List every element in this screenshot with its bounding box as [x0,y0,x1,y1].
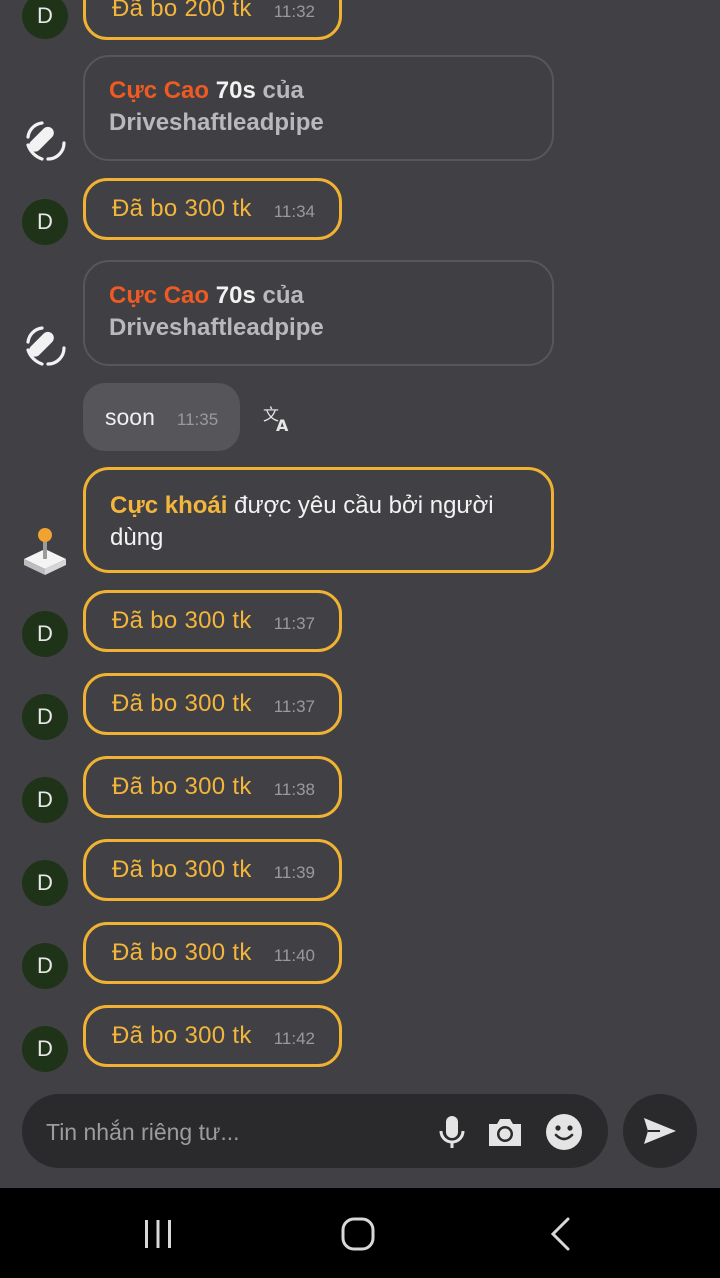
vibe-duration: 70s [215,282,256,309]
avatar[interactable]: D [22,860,68,906]
home-icon[interactable] [328,1214,388,1254]
message-composer [0,1090,720,1174]
message-time: 11:37 [273,697,315,716]
message-time: 11:32 [273,2,315,21]
vibe-duration: 70s [215,77,256,104]
send-icon [644,1118,676,1144]
message-time: 11:40 [273,946,315,965]
recents-icon[interactable] [128,1214,188,1254]
message-input-container [22,1094,608,1170]
emoji-icon[interactable] [544,1112,584,1152]
avatar-letter: D [37,704,53,729]
vibration-icon [26,326,66,366]
vibe-username: Driveshaftleadpipe [109,314,324,341]
tip-message: Đã bo 300 tk 11:38 [83,756,342,818]
request-message: Cực khoái được yêu cầu bởi người dùng [83,467,554,573]
tip-text: Đã bo 300 tk [112,1022,252,1049]
tip-message: Đã bo 300 tk 11:34 [83,178,342,240]
tip-text: Đã bo 300 tk [112,939,252,966]
avatar[interactable]: D [22,199,68,245]
back-icon[interactable] [530,1214,590,1254]
chat-message[interactable]: soon 11:35 [83,383,240,451]
message-text: soon [105,403,155,430]
vibe-card: Cực Cao 70s của Driveshaftleadpipe [83,55,554,161]
avatar[interactable]: D [22,1026,68,1072]
vibration-icon [26,121,66,161]
avatar[interactable]: D [22,777,68,823]
tip-text: Đã bo 300 tk [112,856,252,883]
svg-text:A: A [276,416,289,433]
avatar[interactable]: D [22,0,68,39]
tip-message: Đã bo 300 tk 11:40 [83,922,342,984]
tip-message: Đã bo 300 tk 11:39 [83,839,342,901]
avatar-letter: D [37,787,53,812]
tip-message: Đã bo 300 tk 11:37 [83,590,342,652]
avatar-letter: D [37,953,53,978]
tip-message: Đã bo 300 tk 11:37 [83,673,342,735]
message-time: 11:38 [273,780,315,799]
message-input[interactable] [44,1094,428,1170]
message-time: 11:39 [273,863,315,882]
vibe-username: Driveshaftleadpipe [109,109,324,136]
vibe-of-label: của [262,282,304,309]
message-time: 11:42 [273,1029,315,1048]
request-highlight: Cực khoái [110,492,228,519]
translate-icon[interactable]: 文 A [262,403,292,433]
avatar-letter: D [37,621,53,646]
message-time: 11:34 [273,202,315,221]
vibe-level: Cực Cao [109,282,210,309]
camera-icon[interactable] [485,1112,525,1152]
avatar[interactable]: D [22,694,68,740]
message-time: 11:37 [273,614,315,633]
tip-message: Đã bo 200 tk 11:32 [83,0,342,40]
system-navigation-bar [0,1188,720,1278]
message-time: 11:35 [176,410,219,429]
tip-text: Đã bo 300 tk [112,195,252,222]
avatar-letter: D [37,209,53,234]
avatar-letter: D [37,870,53,895]
tip-text: Đã bo 200 tk [112,0,252,22]
tip-message: Đã bo 300 tk 11:42 [83,1005,342,1067]
avatar-letter: D [37,1036,53,1061]
tip-text: Đã bo 300 tk [112,607,252,634]
tip-text: Đã bo 300 tk [112,690,252,717]
vibe-card: Cực Cao 70s của Driveshaftleadpipe [83,260,554,366]
microphone-icon[interactable] [432,1112,472,1152]
chat-area: D Đã bo 200 tk 11:32 Cực Cao 70s của Dri… [0,0,720,1080]
avatar[interactable]: D [22,943,68,989]
joystick-icon [24,528,66,575]
vibe-level: Cực Cao [109,77,210,104]
tip-text: Đã bo 300 tk [112,773,252,800]
avatar[interactable]: D [22,611,68,657]
avatar-letter: D [37,3,53,28]
send-button[interactable] [623,1094,697,1168]
vibe-of-label: của [262,77,304,104]
